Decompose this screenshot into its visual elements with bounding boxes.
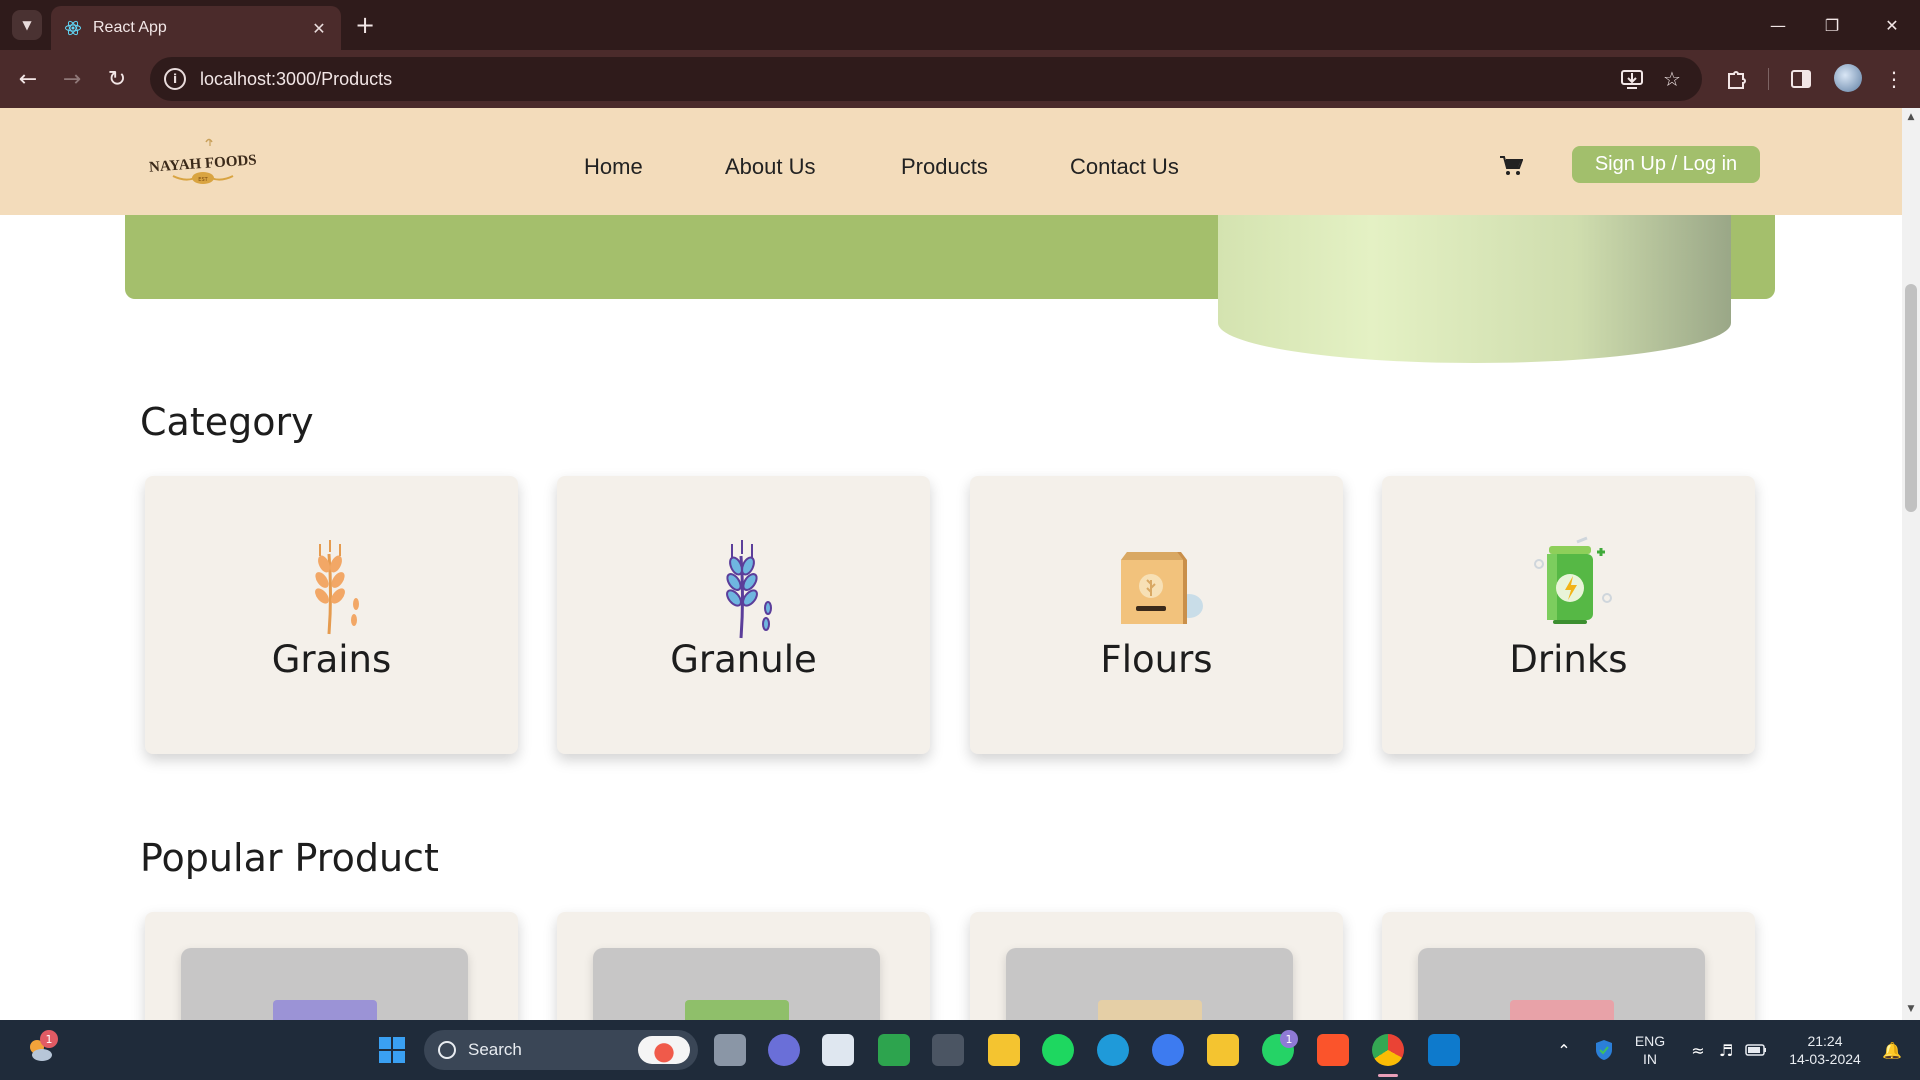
- tab-search-button[interactable]: ▼: [12, 10, 42, 40]
- minimize-icon[interactable]: —: [1758, 10, 1798, 40]
- back-icon[interactable]: ←: [12, 63, 44, 95]
- cart-icon[interactable]: [1499, 155, 1524, 177]
- browser-tab[interactable]: React App ✕: [51, 6, 341, 50]
- security-shield-icon[interactable]: [1588, 1034, 1620, 1066]
- chevron-down-icon: ▼: [22, 18, 32, 32]
- microphone-app-icon[interactable]: [932, 1034, 964, 1066]
- brave-browser-icon[interactable]: [1317, 1034, 1349, 1066]
- browser-tabstrip: ▼ React App ✕ + — ❐ ✕: [0, 0, 1920, 50]
- wheat-icon: [284, 534, 380, 635]
- nayah-foods-logo[interactable]: NAYAH FOODS EST: [148, 136, 258, 192]
- category-card-granule[interactable]: Granule: [557, 476, 930, 754]
- vscode-icon[interactable]: [1428, 1034, 1460, 1066]
- category-label: Drinks: [1509, 638, 1628, 681]
- svg-text:EST: EST: [198, 177, 208, 183]
- popular-product-heading: Popular Product: [140, 836, 439, 880]
- edge-browser-icon[interactable]: [1097, 1034, 1129, 1066]
- product-pack: [273, 1000, 377, 1020]
- category-card-flours[interactable]: Flours: [970, 476, 1343, 754]
- category-label: Grains: [271, 638, 392, 681]
- search-icon: [438, 1041, 456, 1059]
- region-code: IN: [1643, 1051, 1657, 1067]
- category-card-grains[interactable]: Grains: [145, 476, 518, 754]
- scrollbar-thumb[interactable]: [1905, 284, 1917, 512]
- chat-app-icon[interactable]: [988, 1034, 1020, 1066]
- product-image: [1006, 948, 1293, 1020]
- product-pack: [1510, 1000, 1614, 1020]
- extensions-icon[interactable]: [1722, 65, 1750, 93]
- tab-title: React App: [93, 19, 167, 36]
- battery-icon[interactable]: [1740, 1034, 1772, 1066]
- profile-avatar[interactable]: [1834, 64, 1862, 92]
- chrome-active-indicator: [1378, 1074, 1398, 1077]
- tray-chevron-up-icon[interactable]: ⌃: [1548, 1034, 1580, 1066]
- toolbar-divider: [1768, 68, 1769, 90]
- category-card-drinks[interactable]: Drinks: [1382, 476, 1755, 754]
- close-tab-icon[interactable]: ✕: [309, 18, 329, 38]
- site-header: NAYAH FOODS EST Home About Us Products C…: [0, 108, 1902, 215]
- task-view-icon[interactable]: [714, 1034, 746, 1066]
- windows-taskbar: 1 Search 1 ⌃ ENG IN ≈ ♬ 21:24 14-03-2024…: [0, 1020, 1920, 1080]
- language-indicator[interactable]: ENG IN: [1628, 1032, 1672, 1068]
- site-info-icon[interactable]: i: [164, 68, 186, 90]
- product-card[interactable]: [557, 912, 930, 1020]
- url-text[interactable]: localhost:3000/Products: [200, 69, 392, 90]
- category-label: Granule: [670, 638, 817, 681]
- scroll-down-arrow-icon[interactable]: ▼: [1905, 1004, 1917, 1016]
- windows-start-icon[interactable]: [376, 1034, 408, 1066]
- product-card[interactable]: [145, 912, 518, 1020]
- file-explorer-icon[interactable]: [1207, 1034, 1239, 1066]
- clock-time: 21:24: [1807, 1033, 1843, 1049]
- weather-badge: 1: [40, 1030, 58, 1048]
- search-highlight-image: [638, 1036, 690, 1064]
- nav-products[interactable]: Products: [901, 154, 988, 180]
- reload-icon[interactable]: ↻: [101, 63, 133, 95]
- restore-icon[interactable]: ❐: [1812, 10, 1852, 40]
- new-tab-button[interactable]: +: [352, 12, 378, 38]
- product-card[interactable]: [970, 912, 1343, 1020]
- category-heading: Category: [140, 400, 314, 444]
- chrome-browser-icon[interactable]: [1372, 1034, 1404, 1066]
- address-bar[interactable]: i localhost:3000/Products ☆: [150, 57, 1702, 101]
- product-pack: [1098, 1000, 1202, 1020]
- product-image: [593, 948, 880, 1020]
- install-app-icon[interactable]: [1620, 67, 1644, 91]
- product-card[interactable]: [1382, 912, 1755, 1020]
- product-image: [181, 948, 468, 1020]
- page-scrollbar[interactable]: ▲ ▼: [1902, 108, 1920, 1020]
- flour-bag-icon: [1109, 534, 1205, 630]
- bookmark-star-icon[interactable]: ☆: [1660, 67, 1684, 91]
- whatsapp-badge: 1: [1280, 1030, 1298, 1048]
- language-code: ENG: [1634, 1033, 1666, 1049]
- taskbar-search[interactable]: Search: [424, 1030, 698, 1070]
- menu-kebab-icon[interactable]: ⋮: [1880, 65, 1908, 93]
- react-logo-icon: [63, 18, 83, 38]
- hero-podium-image: [1218, 198, 1731, 363]
- nav-contact-us[interactable]: Contact Us: [1070, 154, 1179, 180]
- browser-toolbar: ← → ↻ i localhost:3000/Products ☆ ⋮: [0, 50, 1920, 108]
- firefox-icon[interactable]: [1152, 1034, 1184, 1066]
- meet-chat-icon[interactable]: [768, 1034, 800, 1066]
- nav-home[interactable]: Home: [584, 154, 643, 180]
- grain-stalk-icon: [696, 534, 792, 639]
- product-image: [1418, 948, 1705, 1020]
- scroll-up-arrow-icon[interactable]: ▲: [1905, 112, 1917, 124]
- clock-date: 14-03-2024: [1789, 1051, 1861, 1067]
- nav-about-us[interactable]: About Us: [725, 154, 816, 180]
- spotify-icon[interactable]: [1042, 1034, 1074, 1066]
- notification-bell-icon[interactable]: 🔔: [1876, 1034, 1908, 1066]
- clock[interactable]: 21:24 14-03-2024: [1780, 1032, 1870, 1068]
- energy-drink-icon: [1521, 534, 1617, 630]
- product-pack: [685, 1000, 789, 1020]
- search-label: Search: [468, 1040, 522, 1059]
- category-label: Flours: [1100, 638, 1213, 681]
- close-window-icon[interactable]: ✕: [1872, 10, 1912, 40]
- side-panel-icon[interactable]: [1787, 65, 1815, 93]
- page-viewport: NAYAH FOODS EST Home About Us Products C…: [0, 108, 1920, 1020]
- stocks-app-icon[interactable]: [878, 1034, 910, 1066]
- photos-app-icon[interactable]: [822, 1034, 854, 1066]
- signup-login-button[interactable]: Sign Up / Log in: [1572, 146, 1760, 183]
- volume-icon[interactable]: ♬: [1710, 1034, 1742, 1066]
- forward-icon[interactable]: →: [56, 63, 88, 95]
